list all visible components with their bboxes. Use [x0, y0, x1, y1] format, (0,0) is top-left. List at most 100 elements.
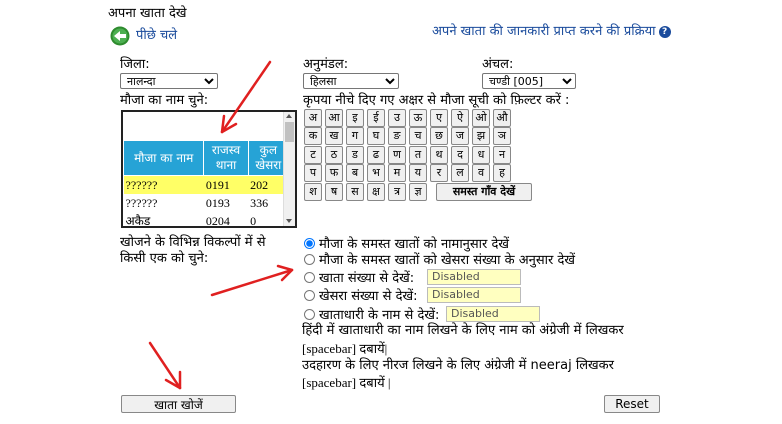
letter-key[interactable]: ख	[325, 127, 343, 145]
header-mauza-name: मौजा का नाम	[123, 140, 205, 176]
table-row[interactable]: अकैड 0204 0	[124, 212, 286, 226]
letter-key[interactable]: ल	[451, 164, 469, 182]
mauza-table: मौजा का नाम राजस्व थाना कुल खेसरा ??????…	[123, 140, 285, 226]
option-owner-name[interactable]: खाताधारी के नाम से देखें:	[304, 306, 440, 323]
option-radio[interactable]	[304, 237, 315, 249]
letter-key[interactable]: क	[304, 127, 322, 145]
letter-key[interactable]: ड	[346, 146, 364, 164]
letter-key[interactable]: ह	[493, 164, 511, 182]
letter-key[interactable]: ब	[346, 164, 364, 182]
option-radio[interactable]	[304, 253, 315, 265]
cell-thana: 0191	[203, 175, 249, 194]
cell-name: अकैड	[125, 214, 151, 226]
letter-key[interactable]: ओ	[472, 109, 490, 127]
letter-key[interactable]: ज	[451, 127, 469, 145]
letter-key[interactable]: ट	[304, 146, 322, 164]
header-revenue-thana: राजस्व थाना	[203, 140, 249, 176]
scroll-down-icon[interactable]	[286, 219, 292, 223]
back-link[interactable]: पीछे चले	[110, 26, 177, 46]
letter-key[interactable]: झ	[472, 127, 490, 145]
owner-name-input[interactable]: Disabled	[446, 306, 540, 322]
cell-name: ??????	[125, 196, 158, 210]
table-row[interactable]: ?????? 0193 336	[124, 194, 286, 212]
district-label: जिला:	[120, 57, 150, 72]
letter-key[interactable]: फ	[325, 164, 343, 182]
cell-thana: 0193	[205, 196, 230, 210]
mauza-label: मौजा का नाम चुने:	[120, 93, 209, 108]
back-arrow-icon	[110, 26, 130, 46]
scroll-thumb[interactable]	[285, 122, 294, 142]
search-options-label-2: किसी एक को चुने:	[120, 251, 209, 266]
letter-key[interactable]: भ	[367, 164, 385, 182]
cell-khesra: 336	[250, 196, 269, 210]
letter-key[interactable]: ए	[430, 109, 448, 127]
option-label: खेसरा संख्या से देखें:	[319, 289, 418, 304]
letter-key[interactable]: र	[430, 164, 448, 182]
option-khata-number[interactable]: खाता संख्या से देखें:	[304, 269, 414, 286]
hint-line-3: उदहारण के लिए नीरज लिखने के लिए अंग्रेजी…	[302, 358, 614, 373]
district-select[interactable]: नालन्दा	[120, 73, 218, 89]
subdivision-select[interactable]: हिलसा	[303, 73, 399, 89]
process-link[interactable]: अपने खाता की जानकारी प्राप्त करने की प्र…	[432, 24, 671, 40]
letter-key[interactable]: ग	[346, 127, 364, 145]
letter-key[interactable]: ढ	[367, 146, 385, 164]
mauza-scrollbar[interactable]	[283, 112, 295, 226]
letter-key[interactable]: ध	[472, 146, 490, 164]
letter-key[interactable]: य	[409, 164, 427, 182]
letter-key[interactable]: स	[346, 183, 364, 201]
letter-key[interactable]: घ	[367, 127, 385, 145]
letter-key[interactable]: ऊ	[409, 109, 427, 127]
cell-khesra: 202	[248, 175, 285, 194]
option-radio[interactable]	[304, 308, 315, 320]
back-label[interactable]: पीछे चले	[136, 28, 177, 44]
letter-key[interactable]: अ	[304, 109, 322, 127]
process-link-text[interactable]: अपने खाता की जानकारी प्राप्त करने की प्र…	[432, 24, 656, 40]
letter-key[interactable]: ज्ञ	[409, 183, 427, 201]
all-villages-button[interactable]: समस्त गाँव देखें	[436, 183, 532, 201]
letter-key[interactable]: औ	[493, 109, 511, 127]
letter-key[interactable]: ङ	[388, 127, 406, 145]
letter-key[interactable]: आ	[325, 109, 343, 127]
option-khesra-wise[interactable]: मौजा के समस्त खातों को खेसरा संख्या के अ…	[304, 251, 576, 268]
cell-khesra: 0	[250, 214, 257, 226]
scroll-up-icon[interactable]	[286, 114, 292, 118]
help-icon[interactable]: ?	[658, 26, 671, 38]
letter-key[interactable]: ष	[325, 183, 343, 201]
table-row[interactable]: ?????? 0191 202	[123, 175, 285, 194]
reset-button[interactable]: Reset	[604, 395, 660, 413]
khesra-number-input[interactable]: Disabled	[427, 287, 521, 303]
option-radio[interactable]	[304, 289, 315, 301]
letter-key[interactable]: च	[409, 127, 427, 145]
letter-key[interactable]: ण	[388, 146, 406, 164]
subdivision-label: अनुमंडल:	[303, 57, 349, 72]
option-label: मौजा के समस्त खातों को खेसरा संख्या के अ…	[319, 253, 576, 268]
letter-key[interactable]: द	[451, 146, 469, 164]
letter-key[interactable]: ठ	[325, 146, 343, 164]
letter-key[interactable]: छ	[430, 127, 448, 145]
option-khesra-number[interactable]: खेसरा संख्या से देखें:	[304, 287, 418, 304]
letter-key[interactable]: त्र	[388, 183, 406, 201]
search-khata-button[interactable]: खाता खोजें	[121, 395, 236, 413]
letter-key[interactable]: थ	[430, 146, 448, 164]
letter-key[interactable]: क्ष	[367, 183, 385, 201]
option-radio[interactable]	[304, 271, 315, 283]
letter-key[interactable]: म	[388, 164, 406, 182]
search-options-label-1: खोजने के विभिन्न विकल्पों में से	[120, 235, 266, 250]
letter-key[interactable]: व	[472, 164, 490, 182]
letter-key[interactable]: उ	[388, 109, 406, 127]
letter-key[interactable]: श	[304, 183, 322, 201]
letter-key[interactable]: न	[493, 146, 511, 164]
mauza-list[interactable]: मौजा का नाम राजस्व थाना कुल खेसरा ??????…	[121, 110, 297, 228]
letter-key[interactable]: प	[304, 164, 322, 182]
letter-key[interactable]: ऐ	[451, 109, 469, 127]
letter-key[interactable]: ञ	[493, 127, 511, 145]
letter-key[interactable]: इ	[346, 109, 364, 127]
letter-key[interactable]: ई	[367, 109, 385, 127]
khata-number-input[interactable]: Disabled	[427, 269, 521, 285]
option-label: खाताधारी के नाम से देखें:	[319, 308, 440, 323]
hint-line-4: [spacebar] दबायें |	[302, 375, 391, 390]
option-name-wise[interactable]: मौजा के समस्त खातों को नामानुसार देखें	[304, 235, 509, 252]
hint-line-1: हिंदी में खाताधारी का नाम लिखने के लिए न…	[302, 323, 624, 338]
letter-key[interactable]: त	[409, 146, 427, 164]
circle-select[interactable]: चण्डी [005]	[482, 73, 576, 89]
